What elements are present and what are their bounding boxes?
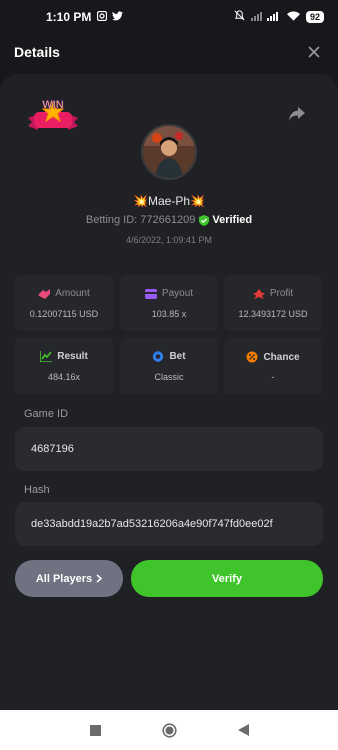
chevron-right-icon [96,574,103,583]
chance-icon [246,351,258,363]
spark-emoji-right: 💥 [190,194,205,208]
stat-chance: Chance - [224,338,322,394]
stat-profit-label: Profit [269,288,294,299]
stat-bet: Bet Classic [120,338,218,394]
wifi-icon [286,10,300,24]
stat-profit: Profit 12.3493172 USD [224,275,322,331]
all-players-label: All Players [35,572,93,585]
verified-label: Verified [212,214,253,226]
stat-payout: Payout 103.85 x [120,275,218,331]
stat-result-value: 484.16x [47,372,81,382]
hash-value: de33abdd19a2b7ad53216206a4e90f747fd0ee02… [31,518,273,530]
stat-chance-value: - [271,372,275,382]
home-icon[interactable] [160,721,178,739]
stat-result: Result 484.16x [15,338,113,394]
hash-label: Hash [24,484,50,496]
close-icon[interactable] [304,42,324,62]
stat-payout-value: 103.85 x [151,309,187,319]
battery-indicator: 92 [305,11,324,23]
bet-details-card: WIN 💥Mae-Ph💥 Betting ID: 772661209 Verif… [0,74,338,710]
player-name: 💥Mae-Ph💥 [0,194,338,208]
amount-icon [38,288,51,299]
stat-amount-label: Amount [55,288,90,299]
game-id-label: Game ID [24,408,69,420]
win-badge: WIN [24,96,82,140]
verified-status: Verified [199,214,252,226]
recent-apps-icon[interactable] [86,721,104,739]
result-icon [40,351,53,362]
stat-amount-value: 0.12007115 USD [29,309,99,319]
betting-id: Betting ID: 772661209 [85,214,196,226]
stat-profit-value: 12.3493172 USD [238,309,308,319]
profit-icon [252,288,265,299]
player-name-text: Mae-Ph [147,194,191,208]
spark-emoji-left: 💥 [133,194,148,208]
game-id-field[interactable]: 4687196 [15,427,323,471]
status-time: 1:10 PM [46,10,92,24]
verify-button[interactable]: Verify [131,560,323,597]
stat-amount: Amount 0.12007115 USD [15,275,113,331]
bet-icon [153,351,164,362]
betting-id-row: Betting ID: 772661209 Verified [0,214,338,226]
photo-icon [97,10,108,24]
page-title: Details [14,44,60,60]
hash-field[interactable]: de33abdd19a2b7ad53216206a4e90f747fd0ee02… [15,502,323,546]
stat-payout-label: Payout [161,288,194,299]
bet-date: 4/6/2022, 1:09:41 PM [125,235,213,245]
stat-bet-value: Classic [154,372,184,382]
win-badge-text: WIN [42,99,63,111]
verify-label: Verify [212,572,242,585]
stat-result-label: Result [57,351,88,362]
details-header: Details [0,34,338,70]
stat-chance-label: Chance [263,351,300,363]
stat-bet-label: Bet [169,351,186,362]
avatar [141,124,197,180]
back-icon[interactable] [234,721,252,739]
system-nav-bar [0,710,338,750]
twitter-icon [112,10,124,24]
mute-icon [234,10,245,24]
payout-icon [144,288,157,299]
game-id-value: 4687196 [31,443,74,455]
share-icon[interactable] [288,106,308,124]
verified-shield-icon [199,214,210,226]
all-players-button[interactable]: All Players [15,560,123,597]
signal-icon [250,10,281,24]
status-bar: 1:10 PM 92 [0,0,338,34]
